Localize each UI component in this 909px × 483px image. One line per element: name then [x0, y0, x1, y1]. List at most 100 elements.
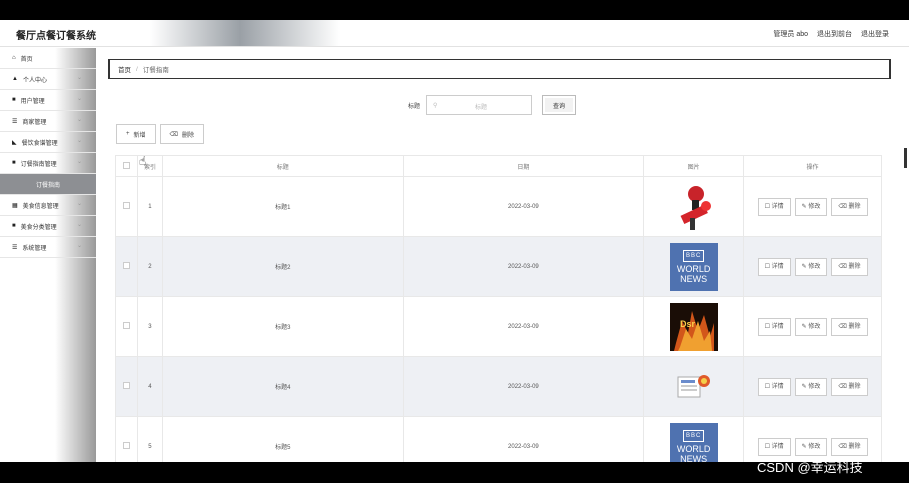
delete-button-label: 删除: [848, 383, 861, 390]
bbc-image: BBC WORLD NEWS: [669, 242, 718, 291]
newspaper-image: [670, 363, 718, 411]
back-to-front-link[interactable]: 退出到前台: [817, 29, 852, 39]
delete-button-label: 删除: [848, 323, 861, 330]
row-actions: ☐ 详情 ✎ 修改 ⌫ 删除: [743, 236, 882, 297]
table-row: 4 标题4 2022-03-09 ☐ 详情 ✎ 修改 ⌫ 删除: [115, 356, 882, 417]
chevron-down-icon: ⌄: [76, 222, 82, 228]
scrollbar[interactable]: [904, 148, 907, 168]
sidebar-item-label: 订餐指南管理: [20, 161, 57, 168]
sidebar-item-label: 美食分类管理: [20, 224, 57, 231]
delete-button[interactable]: ⌫ 删除: [831, 257, 868, 276]
edit-button[interactable]: ✎ 修改: [794, 197, 828, 216]
select-all-checkbox[interactable]: [122, 161, 130, 169]
row-index: 2: [136, 236, 163, 297]
sidebar-item-1[interactable]: ▲ 个人中心 ⌄: [0, 69, 96, 90]
chevron-down-icon: ⌄: [76, 75, 82, 81]
mouse-pointer-icon: ☝: [139, 154, 147, 168]
chevron-down-icon: ⌄: [76, 243, 82, 249]
sidebar-item-label: 个人中心: [22, 77, 47, 84]
header-title: 标题: [161, 155, 404, 177]
detail-icon: ☐: [764, 323, 772, 330]
row-index: 3: [136, 296, 163, 357]
bbc-line1: WORLD: [676, 443, 711, 454]
search-bar: 标题 ⚲ 标题 查询: [408, 95, 577, 115]
sidebar-item-5[interactable]: ■ 订餐指南管理 ⌄: [0, 153, 96, 174]
row-checkbox[interactable]: [122, 382, 130, 389]
bbc-line1: WORLD: [676, 263, 711, 274]
sidebar-item-7[interactable]: ▦ 美食信息管理 ⌄: [0, 195, 96, 216]
sidebar-item-0[interactable]: ⌂ 首页: [0, 48, 96, 69]
microphone-image: [670, 183, 718, 231]
chevron-down-icon: ⌄: [76, 159, 82, 165]
edit-button[interactable]: ✎ 修改: [794, 317, 828, 336]
edit-button-label: 修改: [808, 263, 821, 270]
add-button-label: 新增: [133, 132, 146, 139]
header-image: 图片: [643, 155, 745, 177]
sidebar-item-6[interactable]: 订餐指南: [0, 174, 96, 195]
svg-text:Dsr: Dsr: [680, 319, 696, 329]
query-button[interactable]: 查询: [542, 95, 577, 115]
row-checkbox[interactable]: [122, 442, 130, 449]
table-header-row: 索引 标题 日期 图片 操作: [115, 155, 882, 177]
sidebar-item-label: 餐饮食谱管理: [21, 140, 58, 147]
search-input[interactable]: ⚲ 标题: [426, 95, 533, 115]
row-image-cell: [643, 176, 745, 237]
search-placeholder: 标题: [475, 105, 488, 111]
table-row: 3 标题3 2022-03-09 Dsr ☐ 详情 ✎ 修改 ⌫ 删除: [115, 296, 882, 357]
sidebar: ⌂ 首页 ▲ 个人中心 ⌄ ■ 用户管理 ⌄ ☰ 商家管理 ⌄ ◣ 餐饮食谱管理 ⌄ ■ 订餐指南管理 ⌄ 订餐指…: [0, 48, 96, 462]
home-icon: ⌂: [12, 55, 16, 61]
delete-button[interactable]: ⌫ 删除: [831, 377, 868, 396]
edit-button-label: 修改: [808, 323, 821, 330]
sidebar-item-4[interactable]: ◣ 餐饮食谱管理 ⌄: [0, 132, 96, 153]
header-date: 日期: [402, 155, 645, 177]
sidebar-item-8[interactable]: ■ 美食分类管理 ⌄: [0, 216, 96, 237]
row-select-cell[interactable]: [115, 356, 138, 417]
row-checkbox[interactable]: [122, 322, 130, 329]
batch-delete-button[interactable]: ⌫ 删除: [159, 124, 205, 144]
logout-link[interactable]: 退出登录: [861, 29, 889, 39]
delete-button[interactable]: ⌫ 删除: [831, 317, 868, 336]
delete-button[interactable]: ⌫ 删除: [831, 437, 868, 456]
row-checkbox[interactable]: [122, 262, 130, 269]
detail-button[interactable]: ☐ 详情: [757, 437, 791, 456]
detail-icon: ☐: [764, 203, 772, 210]
app-title: 餐厅点餐订餐系统: [16, 31, 96, 42]
bowl-icon: ◣: [12, 139, 17, 146]
row-select-cell[interactable]: [115, 296, 138, 357]
sidebar-item-9[interactable]: ☰ 系统管理 ⌄: [0, 237, 96, 258]
row-date: 2022-03-09: [402, 416, 645, 462]
edit-button[interactable]: ✎ 修改: [794, 377, 828, 396]
breadcrumb-separator: /: [136, 65, 138, 73]
edit-button[interactable]: ✎ 修改: [794, 437, 828, 456]
row-select-cell[interactable]: [115, 176, 138, 237]
detail-button[interactable]: ☐ 详情: [757, 257, 791, 276]
add-button[interactable]: + 新增: [116, 124, 156, 144]
detail-button-label: 详情: [771, 443, 784, 450]
grid-icon: ▦: [12, 202, 18, 209]
breadcrumb-home[interactable]: 首页: [118, 64, 131, 74]
row-select-cell[interactable]: [115, 236, 138, 297]
detail-button[interactable]: ☐ 详情: [757, 377, 791, 396]
edit-button[interactable]: ✎ 修改: [794, 257, 828, 276]
watermark: CSDN @幸运科技: [757, 460, 863, 475]
row-actions: ☐ 详情 ✎ 修改 ⌫ 删除: [743, 296, 882, 357]
sidebar-item-2[interactable]: ■ 用户管理 ⌄: [0, 90, 96, 111]
sidebar-item-label: 系统管理: [22, 245, 47, 252]
delete-button[interactable]: ⌫ 删除: [831, 197, 868, 216]
row-title: 标题3: [161, 296, 404, 357]
row-date: 2022-03-09: [402, 296, 645, 357]
row-actions: ☐ 详情 ✎ 修改 ⌫ 删除: [743, 416, 882, 462]
detail-icon: ☐: [764, 443, 772, 450]
action-buttons: + 新增 ⌫ 删除: [116, 124, 205, 144]
sidebar-item-label: 商家管理: [22, 119, 47, 126]
sidebar-item-3[interactable]: ☰ 商家管理 ⌄: [0, 111, 96, 132]
row-checkbox[interactable]: [122, 202, 130, 209]
select-all-cell[interactable]: [115, 155, 138, 177]
delete-icon: ⌫: [838, 203, 849, 210]
row-actions: ☐ 详情 ✎ 修改 ⌫ 删除: [743, 356, 882, 417]
detail-button[interactable]: ☐ 详情: [757, 317, 791, 336]
row-select-cell[interactable]: [115, 416, 138, 462]
detail-button[interactable]: ☐ 详情: [757, 197, 791, 216]
row-index: 5: [136, 416, 163, 462]
row-actions: ☐ 详情 ✎ 修改 ⌫ 删除: [743, 176, 882, 237]
